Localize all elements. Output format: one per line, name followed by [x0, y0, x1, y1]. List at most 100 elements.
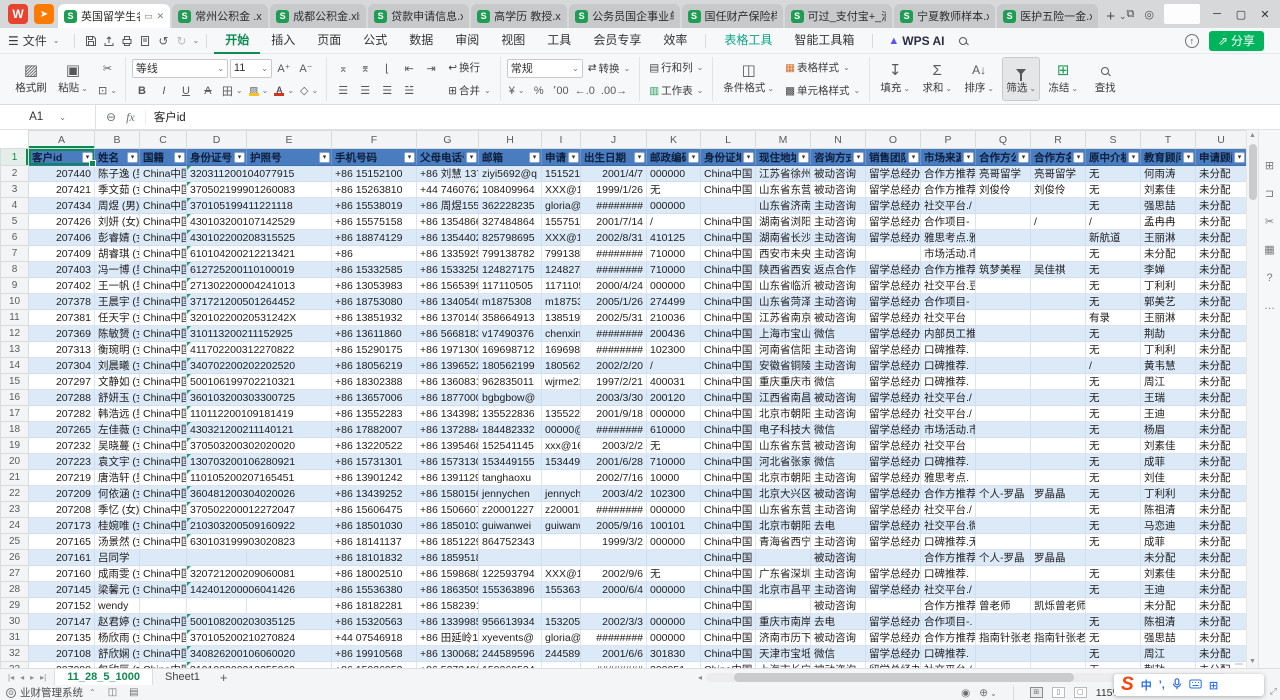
cell[interactable]: +86 13439252 [332, 486, 417, 502]
filter-dropdown-icon[interactable]: ▾ [127, 152, 138, 163]
cell[interactable]: 207135 [29, 630, 95, 646]
align-center-button[interactable]: ☰ [355, 81, 375, 99]
sheet-nav-0[interactable]: |◂ [8, 673, 14, 682]
cell[interactable]: xyevents@ [479, 630, 542, 646]
cell[interactable]: 北京市朝阳 [756, 406, 811, 422]
cell[interactable]: China中国 [701, 310, 756, 326]
cell[interactable]: 口碑推荐. [921, 358, 976, 374]
cell[interactable]: 000000 [647, 534, 701, 550]
cell[interactable] [1031, 294, 1086, 310]
cell[interactable]: 130703200106280921 [187, 454, 332, 470]
cell[interactable]: 未分配 [1196, 406, 1247, 422]
ime-punctuation-icon[interactable]: ’, [1159, 679, 1165, 691]
cell[interactable]: 被动咨询 [811, 550, 866, 566]
cell[interactable]: 320311200104077915 [187, 166, 332, 182]
find-button[interactable]: 查找 [1086, 57, 1124, 101]
cell[interactable]: 102300 [647, 342, 701, 358]
cell[interactable]: China中国 [701, 182, 756, 198]
row-header-7[interactable]: 7 [1, 246, 29, 262]
increase-indent-button[interactable]: ⇥ [421, 59, 441, 77]
column-header-L[interactable]: L [701, 131, 756, 149]
name-box[interactable]: A1 ⌄ [0, 105, 96, 130]
cell[interactable]: 江苏省南京 [756, 310, 811, 326]
align-top-button[interactable]: ⌅ [333, 59, 353, 77]
cell[interactable]: 000000 [647, 502, 701, 518]
header-cell-T[interactable]: 教育顾问▾ [1141, 149, 1196, 166]
cell[interactable]: +86 15332585 [332, 262, 417, 278]
menu-item-智能工具箱[interactable]: 智能工具箱 [783, 28, 865, 54]
file-tab[interactable]: S英国留学生名单▭✕ [58, 4, 170, 28]
cell[interactable] [1031, 438, 1086, 454]
cell[interactable]: 赵君婷 (女 [95, 614, 140, 630]
cell[interactable]: 刘晨曦 (女 [95, 358, 140, 374]
scroll-up-icon[interactable]: ▲ [1249, 130, 1256, 142]
cell[interactable]: 山东省临沂 [756, 278, 811, 294]
column-header-C[interactable]: C [140, 131, 187, 149]
cell[interactable]: 825798695 [479, 230, 542, 246]
menu-item-审阅[interactable]: 审阅 [444, 28, 490, 54]
column-header-N[interactable]: N [811, 131, 866, 149]
cell[interactable]: China中国 [140, 566, 187, 582]
cell[interactable]: 主动咨询 [811, 534, 866, 550]
cell[interactable]: +86 1565399710 [417, 278, 479, 294]
cell[interactable] [479, 598, 542, 614]
cell[interactable]: 陈子逸 (男 [95, 166, 140, 182]
cell[interactable]: 207288 [29, 390, 95, 406]
cell[interactable]: 102300 [647, 486, 701, 502]
cell[interactable]: 河北省张家 [756, 454, 811, 470]
cell[interactable]: 刘素佳 [1141, 438, 1196, 454]
cell[interactable]: 电子科技大 [756, 422, 811, 438]
cell[interactable]: +86 18056219 [332, 358, 417, 374]
cell[interactable]: +86 15152100 [332, 166, 417, 182]
cell[interactable]: 无 [647, 182, 701, 198]
cell[interactable]: 2002/3/3 [581, 614, 647, 630]
cell[interactable]: 无 [1086, 326, 1141, 342]
cell[interactable]: 舒妍玉 (女 [95, 390, 140, 406]
row-header-4[interactable]: 4 [1, 198, 29, 214]
cell[interactable]: 衡琬明 (女 [95, 342, 140, 358]
cell[interactable]: 凯烁曾老师 [1031, 598, 1086, 614]
cell[interactable]: 无 [1086, 422, 1141, 438]
cell[interactable]: 吴晓蔓 (女 [95, 438, 140, 454]
increase-decimal-button[interactable]: ←.0 [573, 82, 597, 100]
save-icon[interactable] [82, 34, 100, 48]
cell[interactable]: 2000/6/4 [581, 582, 647, 598]
cell[interactable]: China中国 [701, 390, 756, 406]
worksheet-button[interactable]: ▥工作表⌄ [646, 81, 706, 100]
cell[interactable]: 2001/4/7 [581, 166, 647, 182]
cell[interactable]: 口碑推荐.无 [921, 534, 976, 550]
cell[interactable]: 重庆重庆市 [756, 374, 811, 390]
ime-chinese-mode-icon[interactable]: 中 [1141, 677, 1152, 693]
cell[interactable]: China中国 [701, 438, 756, 454]
cell[interactable]: wjrme221@ [542, 374, 581, 390]
cell[interactable] [976, 582, 1031, 598]
cell[interactable]: +86 15606475 [332, 502, 417, 518]
cell[interactable] [647, 550, 701, 566]
column-header-P[interactable]: P [921, 131, 976, 149]
increase-font-button[interactable]: A⁺ [274, 59, 294, 77]
cell[interactable]: +86 13851932 [332, 310, 417, 326]
cell[interactable]: 200120 [647, 390, 701, 406]
cell[interactable]: 未分配 [1196, 502, 1247, 518]
cell[interactable] [187, 598, 247, 614]
cell[interactable] [1031, 246, 1086, 262]
cell[interactable] [976, 390, 1031, 406]
cell[interactable]: 117110505 [479, 278, 542, 294]
cell[interactable]: China中国 [701, 630, 756, 646]
cell[interactable]: 社交平台 [921, 310, 976, 326]
row-header-20[interactable]: 20 [1, 454, 29, 470]
cell[interactable]: 王一帆 (男 [95, 278, 140, 294]
cell[interactable] [976, 310, 1031, 326]
cell[interactable]: 未分配 [1141, 598, 1196, 614]
cell[interactable]: 青海省西宁 [756, 534, 811, 550]
cell[interactable]: z20001227 [542, 502, 581, 518]
cell[interactable]: 2000/4/24 [581, 278, 647, 294]
cell[interactable]: 142401200006041426 [187, 582, 332, 598]
cell[interactable]: 155363896 [542, 582, 581, 598]
wps-logo-icon[interactable]: W [8, 4, 28, 24]
cell[interactable]: XXX@163. [542, 182, 581, 198]
cell[interactable] [976, 470, 1031, 486]
eye-icon[interactable]: ◉ [961, 687, 970, 699]
file-tab[interactable]: S成都公积金.xlsx [270, 4, 366, 28]
filter-dropdown-icon[interactable]: ▾ [688, 152, 699, 163]
